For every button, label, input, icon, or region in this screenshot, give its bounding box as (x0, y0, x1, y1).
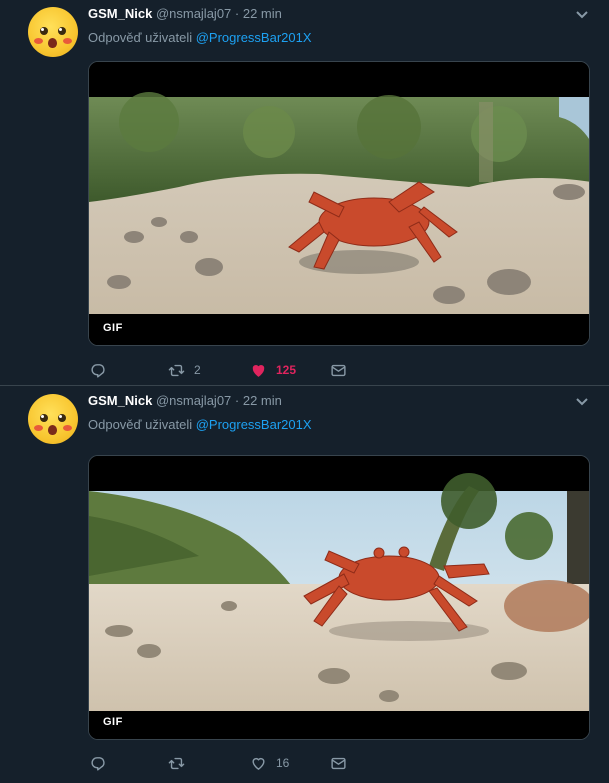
reply-mention-link[interactable]: @ProgressBar201X (196, 417, 312, 432)
tweet-header: GSM_Nick @nsmajlaj07 · 22 min (88, 6, 282, 22)
timestamp[interactable]: 22 min (243, 393, 282, 408)
share-button[interactable] (330, 753, 347, 773)
avatar-cheek (34, 38, 43, 44)
reply-prefix: Odpověď uživateli (88, 417, 196, 432)
timestamp[interactable]: 22 min (243, 6, 282, 21)
gif-badge: GIF (98, 713, 128, 731)
gif-media[interactable]: GIF (88, 455, 590, 740)
like-button[interactable]: 16 (250, 753, 289, 773)
tweet-actions: 2 125 (88, 360, 588, 380)
reply-button[interactable] (90, 753, 116, 773)
tweet-actions: 16 (88, 753, 588, 773)
reply-context: Odpověď uživateli @ProgressBar201X (88, 30, 312, 45)
avatar-cheek (63, 425, 72, 431)
avatar[interactable] (28, 394, 78, 444)
like-count: 16 (276, 756, 290, 770)
avatar[interactable] (28, 7, 78, 57)
chevron-down-icon[interactable] (575, 397, 589, 407)
mail-icon (331, 364, 346, 376)
retweet-button[interactable] (168, 753, 194, 773)
avatar-eye (40, 414, 48, 422)
tweet[interactable]: GSM_Nick @nsmajlaj07 · 22 min Odpověď už… (0, 387, 609, 783)
retweet-icon (168, 757, 185, 769)
reply-prefix: Odpověď uživateli (88, 30, 196, 45)
chevron-down-icon[interactable] (575, 10, 589, 20)
heart-filled-icon (252, 364, 265, 377)
separator: · (231, 393, 243, 408)
gif-media[interactable]: GIF (88, 61, 590, 346)
like-button[interactable]: 125 (250, 360, 296, 380)
tweet-header: GSM_Nick @nsmajlaj07 · 22 min (88, 393, 282, 409)
retweet-icon (168, 364, 185, 376)
avatar-cheek (34, 425, 43, 431)
share-button[interactable] (330, 360, 347, 380)
like-count: 125 (276, 363, 297, 377)
reply-icon (91, 363, 105, 378)
gif-frame (89, 456, 589, 739)
heart-outline-icon (252, 757, 265, 770)
user-handle[interactable]: @nsmajlaj07 (156, 393, 231, 408)
reply-button[interactable] (90, 360, 116, 380)
reply-context: Odpověď uživateli @ProgressBar201X (88, 417, 312, 432)
gif-frame (89, 62, 589, 345)
gif-badge: GIF (98, 319, 128, 337)
reply-icon (91, 756, 105, 771)
avatar-cheek (63, 38, 72, 44)
avatar-mouth (48, 425, 57, 435)
avatar-mouth (48, 38, 57, 48)
retweet-button[interactable]: 2 (168, 360, 201, 380)
avatar-eye (58, 27, 66, 35)
retweet-count: 2 (194, 363, 201, 377)
user-handle[interactable]: @nsmajlaj07 (156, 6, 231, 21)
reply-mention-link[interactable]: @ProgressBar201X (196, 30, 312, 45)
avatar-eye (40, 27, 48, 35)
avatar-eye (58, 414, 66, 422)
display-name[interactable]: GSM_Nick (88, 393, 152, 408)
display-name[interactable]: GSM_Nick (88, 6, 152, 21)
mail-icon (331, 757, 346, 769)
tweet[interactable]: GSM_Nick @nsmajlaj07 · 22 min Odpověď už… (0, 0, 609, 386)
separator: · (231, 6, 243, 21)
